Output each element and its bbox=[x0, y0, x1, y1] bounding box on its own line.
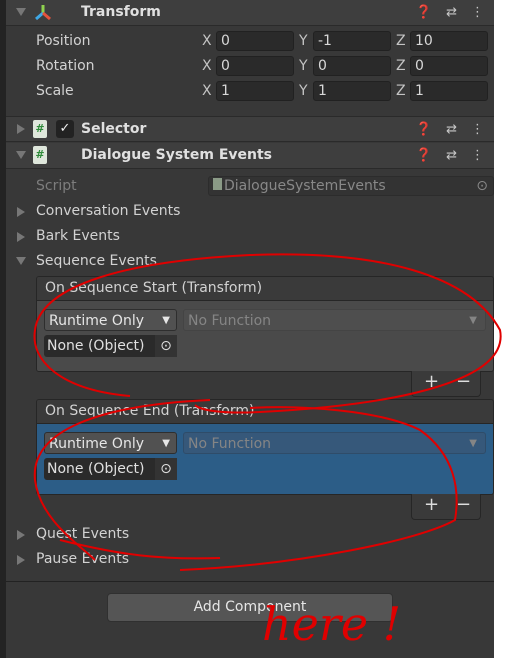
annotation-loop-start bbox=[33, 253, 502, 414]
annotation-text: here ! bbox=[262, 597, 401, 651]
annotation-loop-end bbox=[33, 399, 458, 571]
red-annotation-overlay: here ! bbox=[33, 253, 502, 651]
